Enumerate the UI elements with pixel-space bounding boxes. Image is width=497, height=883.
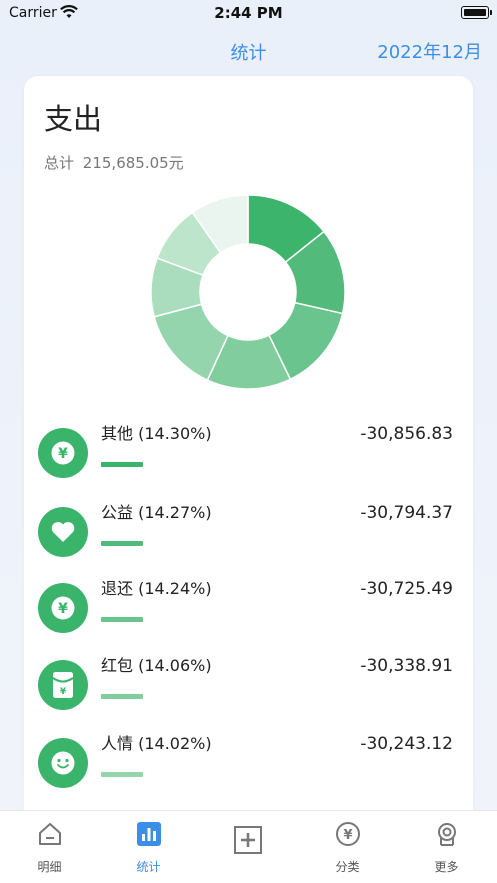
red-packet-icon: ¥ — [38, 660, 88, 710]
tab-label: 分类 — [335, 860, 360, 874]
category-progress-bar — [101, 694, 143, 699]
category-progress-bar — [101, 617, 143, 622]
category-amount: -30,725.49 — [360, 579, 453, 599]
category-row[interactable]: 公益 (14.27%) -30,794.37 — [24, 503, 473, 577]
yen-circle-icon: ¥ — [335, 821, 361, 851]
expense-card: 支出 总计 215,685.05元 ¥ 其他 (14.30%) -30,856.… — [24, 76, 473, 836]
svg-text:¥: ¥ — [343, 828, 352, 843]
tab-label: 明细 — [37, 860, 62, 874]
category-label: 红包 (14.06%) — [101, 656, 212, 675]
tab-分类[interactable]: ¥ 分类 — [298, 811, 397, 883]
tab-更多[interactable]: 更多 — [397, 811, 496, 883]
heart-icon — [38, 507, 88, 557]
category-row[interactable]: ¥ 红包 (14.06%) -30,338.91 — [24, 656, 473, 730]
tab-明细[interactable]: 明细 — [0, 811, 99, 883]
tab-label: 更多 — [434, 860, 459, 874]
category-row[interactable]: 人情 (14.02%) -30,243.12 — [24, 734, 473, 808]
tab-label: 统计 — [136, 860, 161, 874]
expense-title: 支出 — [44, 102, 103, 136]
category-label: 人情 (14.02%) — [101, 734, 212, 753]
category-row[interactable]: ¥ 退还 (14.24%) -30,725.49 — [24, 579, 473, 653]
category-row[interactable]: ¥ 其他 (14.30%) -30,856.83 — [24, 424, 473, 498]
category-progress-bar — [101, 541, 143, 546]
month-selector[interactable]: 2022年12月 — [377, 38, 482, 64]
svg-text:¥: ¥ — [58, 601, 68, 617]
yen-icon: ¥ — [38, 428, 88, 478]
chart-icon — [136, 821, 162, 851]
clock-time: 2:44 PM — [214, 4, 283, 22]
smile-icon — [38, 738, 88, 788]
svg-text:¥: ¥ — [60, 687, 67, 697]
tab-bar: 明细 统计 ¥ 分类 更多 — [0, 810, 497, 883]
expense-donut-chart[interactable] — [150, 194, 346, 390]
category-progress-bar — [101, 772, 143, 777]
category-amount: -30,243.12 — [360, 734, 453, 754]
home-icon — [37, 821, 63, 851]
category-amount: -30,856.83 — [360, 424, 453, 444]
category-label: 公益 (14.27%) — [101, 503, 212, 522]
total-label: 总计 — [44, 154, 75, 172]
more-icon — [434, 821, 460, 851]
yen-icon: ¥ — [38, 583, 88, 633]
category-label: 退还 (14.24%) — [101, 579, 212, 598]
battery-tip — [490, 10, 492, 15]
category-progress-bar — [101, 462, 143, 467]
status-bar: Carrier 2:44 PM — [0, 0, 497, 26]
tab-统计[interactable]: 统计 — [99, 811, 198, 883]
category-amount: -30,338.91 — [360, 656, 453, 676]
total-value: 215,685.05元 — [82, 154, 184, 172]
tab-add[interactable] — [198, 811, 297, 883]
add-icon — [233, 825, 263, 859]
svg-text:¥: ¥ — [58, 446, 68, 462]
expense-total: 总计 215,685.05元 — [44, 152, 184, 173]
battery-icon — [461, 6, 489, 19]
category-amount: -30,794.37 — [360, 503, 453, 523]
category-label: 其他 (14.30%) — [101, 424, 212, 443]
